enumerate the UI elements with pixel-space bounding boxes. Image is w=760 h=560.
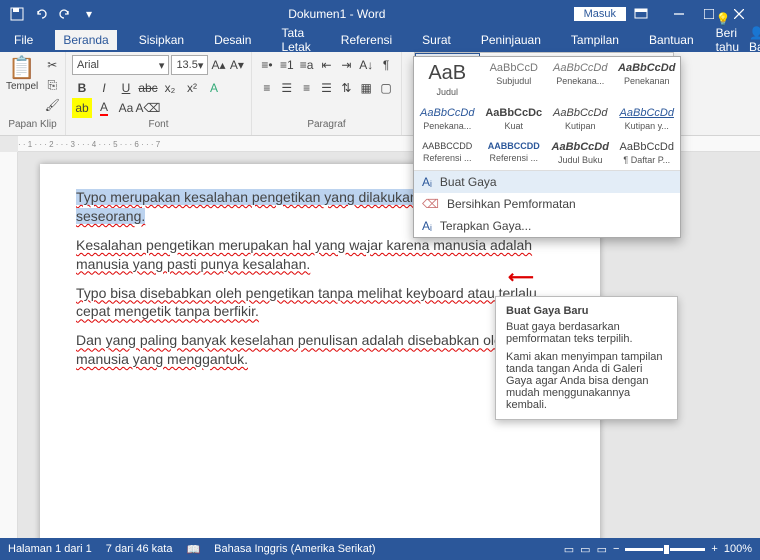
undo-icon[interactable] bbox=[30, 3, 52, 25]
eraser-icon: ⌫ bbox=[422, 197, 439, 211]
style-tile[interactable]: AaBJudul bbox=[414, 57, 481, 102]
ribbon-tabs: File Beranda Sisipkan Desain Tata Letak … bbox=[0, 28, 760, 52]
numbering-icon[interactable]: ≡1 bbox=[278, 55, 296, 75]
tab-referensi[interactable]: Referensi bbox=[333, 30, 400, 50]
style-tile[interactable]: AaBbCcDdPenekanan bbox=[614, 57, 681, 102]
zoom-slider[interactable] bbox=[625, 548, 705, 551]
qat-more-icon[interactable]: ▾ bbox=[78, 3, 100, 25]
style-tile[interactable]: AaBbCcDcKuat bbox=[481, 102, 548, 136]
copy-icon[interactable]: ⎘ bbox=[42, 75, 62, 95]
apply-styles-item[interactable]: Aᵢ Terapkan Gaya... bbox=[414, 215, 680, 237]
superscript-icon[interactable]: x² bbox=[182, 78, 202, 98]
create-style-icon: Aᵢ bbox=[422, 175, 432, 189]
change-case-icon[interactable]: Aa bbox=[116, 98, 136, 118]
create-style-item[interactable]: Aᵢ Buat Gaya bbox=[414, 171, 680, 193]
tooltip-line1: Buat gaya berdasarkan pemformatan teks t… bbox=[506, 321, 667, 345]
style-tile[interactable]: AaBbCcDdKutipan y... bbox=[614, 102, 681, 136]
share-button[interactable]: 👤 Bagikan bbox=[749, 26, 760, 54]
font-name-select[interactable]: Arial▾ bbox=[72, 55, 169, 75]
style-tile[interactable]: AaBbCcDd¶ Daftar P... bbox=[614, 136, 681, 170]
paragraph-2[interactable]: Kesalahan pengetikan merupakan hal yang … bbox=[76, 236, 564, 274]
tab-peninjauan[interactable]: Peninjauan bbox=[473, 30, 549, 50]
shading-icon[interactable]: ▦ bbox=[357, 78, 375, 98]
underline-icon[interactable]: U bbox=[116, 78, 136, 98]
tooltip-title: Buat Gaya Baru bbox=[506, 305, 667, 317]
align-left-icon[interactable]: ≡ bbox=[258, 78, 276, 98]
apply-style-icon: Aᵢ bbox=[422, 219, 432, 233]
group-font-label: Font bbox=[72, 119, 245, 132]
bold-icon[interactable]: B bbox=[72, 78, 92, 98]
font-color-icon[interactable]: A bbox=[94, 98, 114, 118]
zoom-out-icon[interactable]: − bbox=[613, 543, 619, 555]
tab-file[interactable]: File bbox=[6, 30, 41, 50]
tooltip-line2: Kami akan menyimpan tampilan tanda tanga… bbox=[506, 351, 667, 411]
save-icon[interactable] bbox=[6, 3, 28, 25]
style-tile[interactable]: AaBbCcDdPenekana... bbox=[414, 102, 481, 136]
borders-icon[interactable]: ▢ bbox=[377, 78, 395, 98]
styles-dropdown: AaBJudulAaBbCcDSubjudulAaBbCcDdPenekana.… bbox=[413, 56, 681, 238]
status-words[interactable]: 7 dari 46 kata bbox=[106, 543, 173, 555]
paste-button[interactable]: 📋 Tempel bbox=[6, 55, 38, 115]
style-tile[interactable]: AaBbCcDdPenekana... bbox=[547, 57, 614, 102]
window-title: Dokumen1 - Word bbox=[100, 7, 574, 21]
show-marks-icon[interactable]: ¶ bbox=[377, 55, 395, 75]
annotation-arrow: ⟵ bbox=[508, 267, 534, 288]
clear-format-icon[interactable]: A⌫ bbox=[138, 98, 158, 118]
shrink-font-icon[interactable]: A▾ bbox=[229, 55, 245, 75]
sort-icon[interactable]: A↓ bbox=[357, 55, 375, 75]
tab-bantuan[interactable]: Bantuan bbox=[641, 30, 702, 50]
italic-icon[interactable]: I bbox=[94, 78, 114, 98]
minimize-icon[interactable] bbox=[664, 0, 694, 28]
line-spacing-icon[interactable]: ⇅ bbox=[337, 78, 355, 98]
status-language[interactable]: Bahasa Inggris (Amerika Serikat) bbox=[214, 543, 375, 555]
multilevel-icon[interactable]: ≡a bbox=[298, 55, 316, 75]
status-page[interactable]: Halaman 1 dari 1 bbox=[8, 543, 92, 555]
tab-surat[interactable]: Surat bbox=[414, 30, 459, 50]
tab-tampilan[interactable]: Tampilan bbox=[563, 30, 627, 50]
ribbon-display-icon[interactable] bbox=[634, 8, 648, 20]
tab-desain[interactable]: Desain bbox=[206, 30, 259, 50]
format-painter-icon[interactable]: 🖌 bbox=[42, 95, 62, 115]
style-tile[interactable]: AaBbCcDSubjudul bbox=[481, 57, 548, 102]
paragraph-3[interactable]: Typo bisa disebabkan oleh pengetikan tan… bbox=[76, 284, 564, 322]
clear-formatting-item[interactable]: ⌫ Bersihkan Pemformatan bbox=[414, 193, 680, 215]
grow-font-icon[interactable]: A▴ bbox=[210, 55, 226, 75]
cut-icon[interactable]: ✂ bbox=[42, 55, 62, 75]
text-effects-icon[interactable]: A bbox=[204, 78, 224, 98]
style-tile[interactable]: AaBbCcDdKutipan bbox=[547, 102, 614, 136]
increase-indent-icon[interactable]: ⇥ bbox=[337, 55, 355, 75]
style-tile[interactable]: AaBbCcDdJudul Buku bbox=[547, 136, 614, 170]
sign-in-button[interactable]: Masuk bbox=[574, 7, 626, 21]
highlight-icon[interactable]: ab bbox=[72, 98, 92, 118]
paragraph-4[interactable]: Dan yang paling banyak keselahan penulis… bbox=[76, 331, 564, 369]
bullets-icon[interactable]: ≡• bbox=[258, 55, 276, 75]
style-tile[interactable]: AABBCCDDReferensi ... bbox=[481, 136, 548, 170]
subscript-icon[interactable]: x₂ bbox=[160, 78, 180, 98]
status-bar: Halaman 1 dari 1 7 dari 46 kata 📖 Bahasa… bbox=[0, 538, 760, 560]
align-center-icon[interactable]: ☰ bbox=[278, 78, 296, 98]
tab-sisipkan[interactable]: Sisipkan bbox=[131, 30, 192, 50]
tab-beranda[interactable]: Beranda bbox=[55, 30, 116, 50]
strike-icon[interactable]: abc bbox=[138, 78, 158, 98]
tooltip: Buat Gaya Baru Buat gaya berdasarkan pem… bbox=[495, 296, 678, 420]
decrease-indent-icon[interactable]: ⇤ bbox=[318, 55, 336, 75]
redo-icon[interactable] bbox=[54, 3, 76, 25]
vertical-ruler bbox=[0, 152, 18, 538]
title-bar: ▾ Dokumen1 - Word Masuk bbox=[0, 0, 760, 28]
justify-icon[interactable]: ☰ bbox=[318, 78, 336, 98]
font-size-select[interactable]: 13.5▾ bbox=[171, 55, 208, 75]
zoom-level[interactable]: 100% bbox=[724, 543, 752, 555]
style-tile[interactable]: AABBCCDDReferensi ... bbox=[414, 136, 481, 170]
align-right-icon[interactable]: ≡ bbox=[298, 78, 316, 98]
zoom-in-icon[interactable]: + bbox=[711, 543, 717, 555]
group-paragraph-label: Paragraf bbox=[258, 119, 395, 132]
group-clipboard-label: Papan Klip bbox=[6, 119, 59, 132]
